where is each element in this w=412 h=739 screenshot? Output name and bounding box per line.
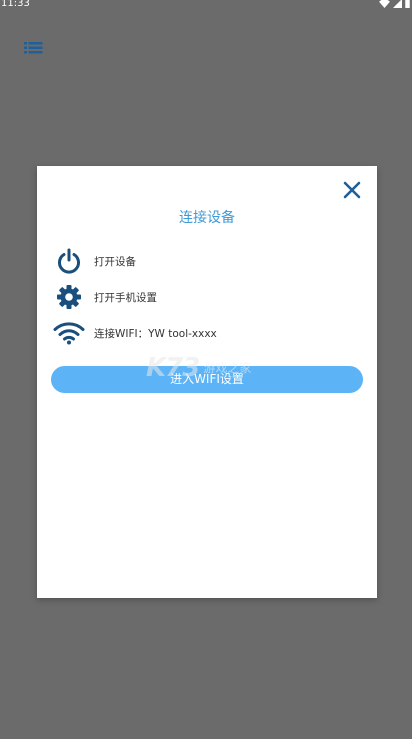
enter-wifi-settings-button[interactable]: 进入WIFI设置 xyxy=(51,366,363,393)
list-icon xyxy=(24,42,43,54)
step-open-device: 打开设备 xyxy=(53,246,136,276)
status-bar: 11:33 xyxy=(0,0,412,10)
connect-device-dialog: 连接设备 打开设备 打开手机设置 连接WIFI：YW tool-xxxx 进入W… xyxy=(37,166,377,598)
wifi-status-icon xyxy=(379,0,390,8)
close-icon xyxy=(343,181,361,199)
step-label: 连接WIFI：YW tool-xxxx xyxy=(94,327,217,340)
signal-icon xyxy=(393,0,402,8)
dialog-title: 连接设备 xyxy=(179,210,235,226)
status-time: 11:33 xyxy=(1,0,30,9)
battery-icon xyxy=(405,0,410,8)
step-label: 打开设备 xyxy=(94,255,136,268)
step-label: 打开手机设置 xyxy=(94,291,157,304)
gear-icon xyxy=(53,282,85,312)
wifi-icon xyxy=(53,318,85,348)
power-icon xyxy=(53,246,85,276)
step-connect-wifi: 连接WIFI：YW tool-xxxx xyxy=(53,318,217,348)
close-button[interactable] xyxy=(342,180,362,200)
step-open-settings: 打开手机设置 xyxy=(53,282,157,312)
status-icons xyxy=(379,0,410,8)
menu-button[interactable] xyxy=(24,40,43,54)
